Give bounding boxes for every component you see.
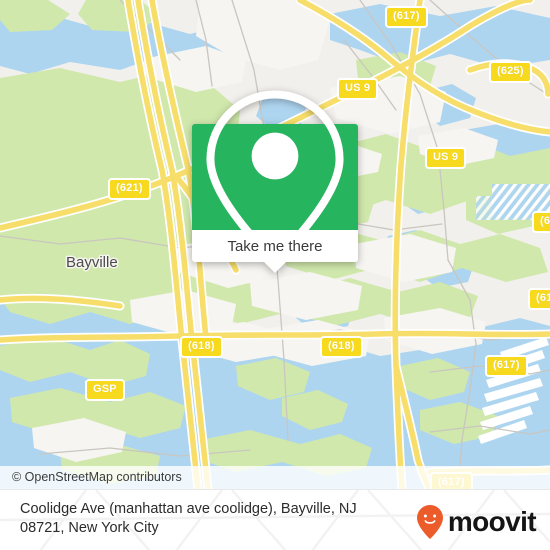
road-shield[interactable]: (617) [385,6,428,28]
map-attribution-bar: © OpenStreetMap contributors [0,466,550,489]
road-shield[interactable]: GSP [85,379,125,401]
map-pin-icon [206,90,344,266]
road-shield[interactable]: (617) [485,355,528,377]
take-me-there-label: Take me there [227,237,323,255]
road-shield[interactable]: (61 [528,288,550,310]
road-shield[interactable]: (6 [532,211,550,233]
place-label-bayville: Bayville [66,254,118,271]
road-shield[interactable]: (621) [108,178,151,200]
road-shield[interactable]: (625) [489,61,532,83]
osm-attribution-text: © OpenStreetMap contributors [12,470,182,485]
moovit-logo[interactable]: moovit [415,504,537,540]
road-shield[interactable]: US 9 [425,147,467,169]
popup-tail [264,262,286,273]
location-popup-card[interactable]: Take me there [192,90,358,273]
footer-bar: Coolidge Ave (manhattan ave coolidge), B… [0,489,550,550]
moovit-location-screenshot: Bayville (617) (625) US 9 US 9 (621) (6 … [0,0,550,550]
moovit-wordmark: moovit [447,506,537,537]
popup-header [192,90,358,266]
location-address: Coolidge Ave (manhattan ave coolidge), B… [20,500,410,538]
address-line-1: Coolidge Ave (manhattan ave coolidge), B… [20,501,357,517]
map-canvas[interactable]: Bayville (617) (625) US 9 US 9 (621) (6 … [0,0,550,489]
moovit-pin-icon [416,505,443,539]
address-line-2: 08721, New York City [20,520,159,536]
